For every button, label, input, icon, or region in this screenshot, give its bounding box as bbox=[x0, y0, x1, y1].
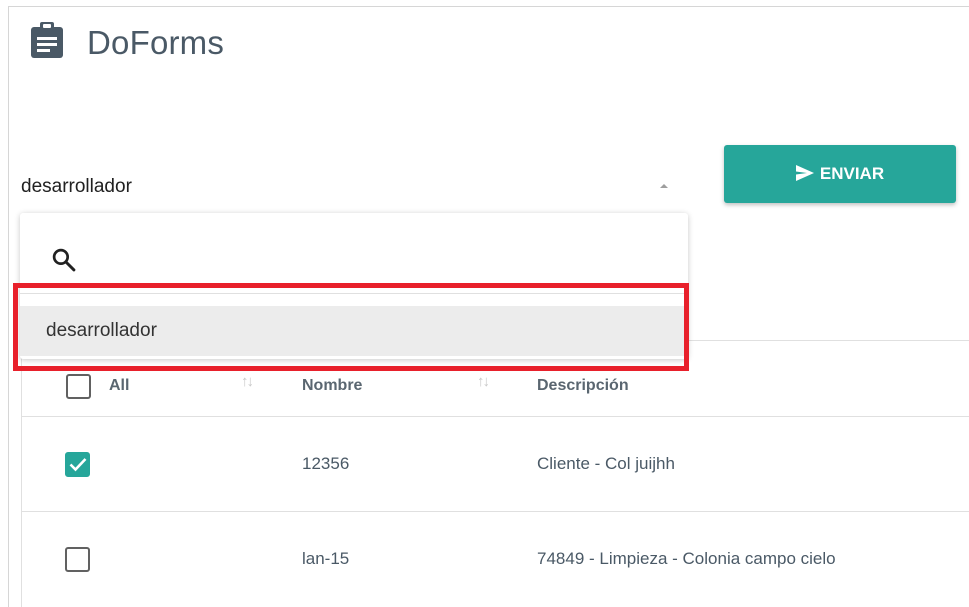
sort-icon[interactable]: ↑↓ bbox=[477, 373, 490, 390]
app-title: DoForms bbox=[87, 23, 225, 61]
column-header-descripcion[interactable]: Descripción bbox=[537, 377, 629, 395]
send-icon bbox=[795, 165, 814, 181]
send-button[interactable]: ENVIAR bbox=[724, 145, 956, 203]
app-header: DoForms bbox=[30, 22, 224, 63]
select-dropdown-panel: desarrollador bbox=[20, 213, 688, 359]
row-checkbox[interactable] bbox=[65, 452, 90, 477]
role-select[interactable]: desarrollador bbox=[21, 176, 132, 198]
dropdown-option-desarrollador[interactable]: desarrollador bbox=[20, 306, 688, 356]
cell-descripcion: 74849 - Limpieza - Colonia campo cielo bbox=[537, 549, 836, 568]
dropdown-option-label: desarrollador bbox=[46, 320, 157, 341]
select-all-checkbox[interactable] bbox=[66, 374, 91, 399]
sort-icon[interactable]: ↑↓ bbox=[241, 373, 254, 390]
dropdown-search bbox=[20, 213, 688, 294]
data-table: All ↑↓ Nombre ↑↓ Descripción 12356 Clien… bbox=[21, 340, 969, 607]
cell-nombre: lan-15 bbox=[302, 549, 350, 568]
check-icon bbox=[69, 458, 87, 472]
row-checkbox[interactable] bbox=[65, 547, 90, 572]
search-icon bbox=[52, 248, 76, 272]
column-header-nombre[interactable]: Nombre bbox=[302, 377, 362, 395]
chevron-up-icon[interactable] bbox=[660, 184, 668, 188]
table-row[interactable]: 12356 Cliente - Col juijhh bbox=[22, 417, 969, 512]
clipboard-icon bbox=[30, 22, 64, 63]
cell-nombre: 12356 bbox=[302, 454, 350, 473]
table-row[interactable]: lan-15 74849 - Limpieza - Colonia campo … bbox=[22, 512, 969, 607]
send-button-label: ENVIAR bbox=[819, 164, 885, 183]
select-all-label: All bbox=[109, 377, 130, 394]
cell-descripcion: Cliente - Col juijhh bbox=[537, 454, 675, 473]
search-input[interactable] bbox=[90, 241, 670, 277]
